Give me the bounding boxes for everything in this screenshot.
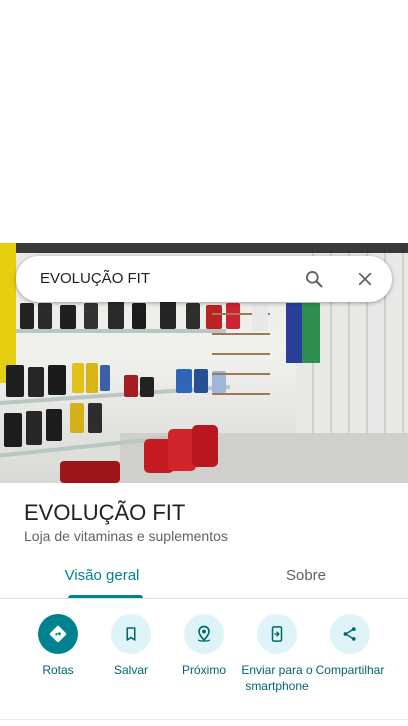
divider [0, 598, 408, 599]
share-label: Compartilhar [315, 663, 385, 677]
directions-button[interactable]: Rotas [18, 614, 98, 678]
directions-icon [38, 614, 78, 654]
search-query[interactable]: EVOLUÇÃO FIT [40, 270, 150, 287]
save-button[interactable]: Salvar [91, 614, 171, 678]
place-category: Loja de vitaminas e suplementos [24, 528, 228, 544]
tab-about[interactable]: Sobre [204, 567, 408, 597]
nearby-icon [184, 614, 224, 654]
search-icon[interactable] [302, 267, 326, 291]
divider [0, 719, 408, 720]
send-to-phone-icon [257, 614, 297, 654]
close-icon[interactable] [353, 267, 377, 291]
search-bar[interactable]: EVOLUÇÃO FIT [16, 256, 392, 302]
save-label: Salvar [113, 663, 148, 677]
map-area[interactable] [0, 0, 408, 243]
bookmark-icon [111, 614, 151, 654]
nearby-label: Próximo [181, 663, 226, 677]
tab-overview[interactable]: Visão geral [0, 567, 204, 597]
place-title: EVOLUÇÃO FIT [24, 500, 186, 525]
send-to-phone-button[interactable]: Enviar para o smartphone [237, 614, 317, 694]
share-button[interactable]: Compartilhar [310, 614, 390, 678]
send-to-phone-label: Enviar para o smartphone [241, 663, 313, 693]
directions-label: Rotas [42, 663, 74, 677]
nearby-button[interactable]: Próximo [164, 614, 244, 678]
share-icon [330, 614, 370, 654]
